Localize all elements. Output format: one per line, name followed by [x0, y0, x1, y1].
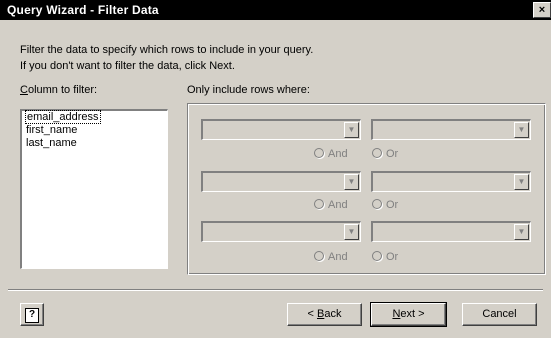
operator-combo-3[interactable]: ▼	[201, 221, 361, 242]
next-button[interactable]: Next >	[370, 302, 447, 327]
value-combo-2[interactable]: ▼	[371, 171, 531, 192]
title-bar: Query Wizard - Filter Data ×	[0, 0, 551, 20]
radio-icon	[372, 251, 382, 261]
only-include-rows-label: Only include rows where:	[187, 84, 310, 96]
radio-icon	[314, 251, 324, 261]
or-radio-1[interactable]: Or	[372, 148, 398, 160]
list-item[interactable]: last_name	[22, 137, 167, 150]
chevron-down-icon[interactable]: ▼	[514, 122, 529, 138]
and-radio-2[interactable]: And	[314, 199, 348, 211]
column-listbox[interactable]: email_address first_name last_name	[20, 109, 168, 269]
instruction-line-2: If you don't want to filter the data, cl…	[20, 60, 235, 72]
chevron-down-icon[interactable]: ▼	[514, 174, 529, 190]
help-icon: ?	[25, 308, 39, 323]
and-radio-3[interactable]: And	[314, 251, 348, 263]
or-radio-2[interactable]: Or	[372, 199, 398, 211]
value-combo-3[interactable]: ▼	[371, 221, 531, 242]
divider	[8, 289, 543, 291]
chevron-down-icon[interactable]: ▼	[514, 224, 529, 240]
value-combo-1[interactable]: ▼	[371, 119, 531, 140]
help-button[interactable]: ?	[20, 303, 44, 326]
column-to-filter-label: Column to filter:	[20, 84, 98, 96]
window-title: Query Wizard - Filter Data	[7, 3, 159, 17]
instruction-line-1: Filter the data to specify which rows to…	[20, 44, 314, 56]
close-button[interactable]: ×	[533, 2, 551, 18]
radio-icon	[314, 199, 324, 209]
chevron-down-icon[interactable]: ▼	[344, 224, 359, 240]
list-item[interactable]: first_name	[22, 124, 167, 137]
cancel-button[interactable]: Cancel	[462, 303, 537, 326]
chevron-down-icon[interactable]: ▼	[344, 122, 359, 138]
list-item[interactable]: email_address	[22, 110, 167, 124]
radio-icon	[314, 148, 324, 158]
radio-icon	[372, 199, 382, 209]
and-radio-1[interactable]: And	[314, 148, 348, 160]
radio-icon	[372, 148, 382, 158]
chevron-down-icon[interactable]: ▼	[344, 174, 359, 190]
operator-combo-2[interactable]: ▼	[201, 171, 361, 192]
back-button[interactable]: < Back	[287, 303, 362, 326]
operator-combo-1[interactable]: ▼	[201, 119, 361, 140]
or-radio-3[interactable]: Or	[372, 251, 398, 263]
